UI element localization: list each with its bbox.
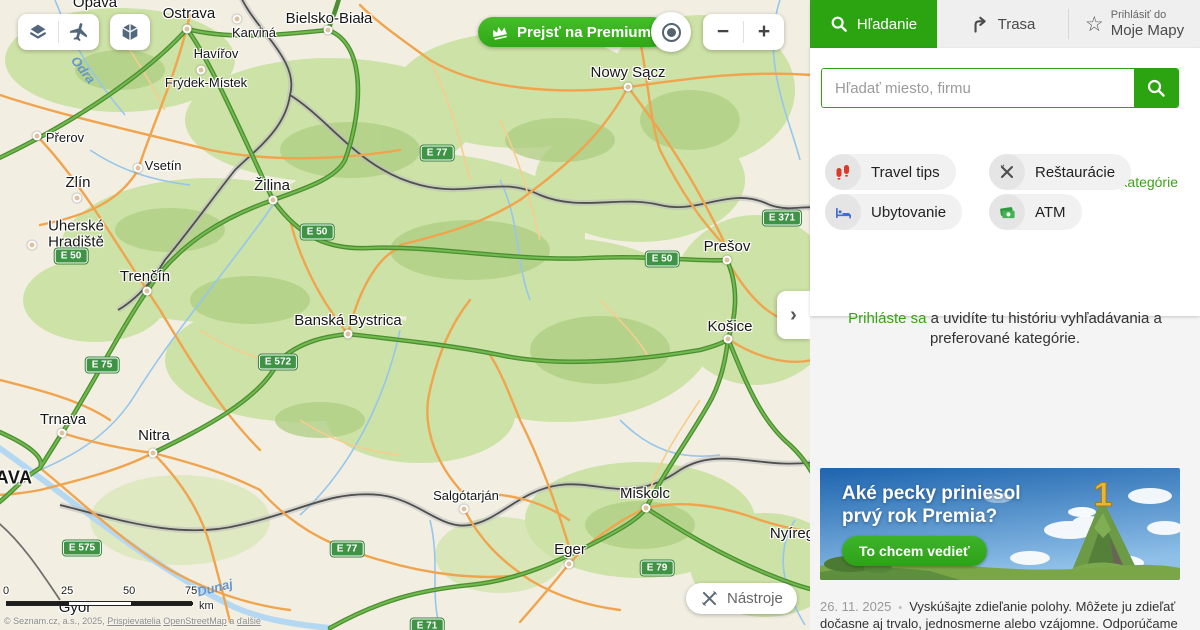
tab-login-my-maps[interactable]: ☆ Prihlásiť do Moje Mapy (1069, 0, 1200, 48)
copyright-text: a (227, 616, 237, 626)
tab-login-small-label: Prihlásiť do (1111, 9, 1184, 22)
category-label: ATM (1035, 204, 1066, 221)
star-icon: ☆ (1085, 14, 1104, 35)
city-dot (723, 256, 732, 265)
layers-button[interactable] (18, 14, 58, 50)
banner-cta-button[interactable]: To chcem vedieť (842, 536, 987, 566)
city-dot (324, 26, 333, 35)
signin-link[interactable]: Prihláste sa (848, 310, 926, 327)
category-travel-tips[interactable]: Travel tips (825, 154, 956, 190)
city-dot (624, 83, 633, 92)
city-dot (28, 241, 37, 250)
cutlery-icon (989, 154, 1025, 190)
tools-button[interactable]: Nástroje (686, 583, 797, 614)
map-copyright: © Seznam.cz, a.s., 2025, Prispievatelia … (4, 616, 261, 626)
sidebar-tabbar: Hľadanie Trasa ☆ Prihlásiť do Moje Mapy (810, 0, 1200, 48)
search-submit-button[interactable] (1134, 69, 1178, 107)
road-shield: E 77 (421, 146, 454, 161)
zoom-controls: − + (703, 14, 784, 50)
plane-icon (68, 21, 90, 43)
crown-icon (490, 24, 509, 41)
category-label: Reštaurácie (1035, 164, 1115, 181)
copyright-link-contributors[interactable]: Prispievatelia (107, 616, 161, 626)
search-icon (1146, 78, 1166, 98)
city-dot (460, 505, 469, 514)
city-dot (58, 429, 67, 438)
mapy-app-window: OpavaOstravaKarvináBielsko-BiałaHavířovF… (0, 0, 1200, 630)
city-dot (149, 449, 158, 458)
tab-search[interactable]: Hľadanie (810, 0, 937, 48)
category-label: Travel tips (871, 164, 940, 181)
category-restaurants[interactable]: Reštaurácie (989, 154, 1131, 190)
premium-button[interactable]: Prejsť na Premium (478, 17, 667, 47)
banknote-icon (989, 194, 1025, 230)
tools-button-label: Nástroje (727, 590, 783, 607)
city-dot (565, 560, 574, 569)
road-shield: E 575 (63, 541, 101, 556)
road-shield: E 572 (259, 355, 297, 370)
search-panel: Kategória Ďalšie kategórie Travel tips (810, 48, 1200, 316)
city-dot (233, 15, 242, 24)
city-dot (33, 132, 42, 141)
copyright-link-osm[interactable]: OpenStreetMap (163, 616, 227, 626)
copyright-text: © Seznam.cz, a.s., 2025, (4, 616, 107, 626)
city-dot (642, 504, 651, 513)
premium-promo-banner[interactable]: 1 Aké pecky priniesol prvý rok Premia? T… (820, 468, 1180, 580)
road-shield: E 71 (411, 619, 444, 630)
cube-3d-icon (119, 21, 141, 43)
category-accommodation[interactable]: Ubytovanie (825, 194, 962, 230)
news-separator-dot: • (898, 602, 902, 614)
zoom-in-button[interactable]: + (744, 14, 784, 50)
category-atm[interactable]: ATM (989, 194, 1082, 230)
locate-me-button[interactable] (651, 12, 691, 52)
zoom-out-button[interactable]: − (703, 14, 743, 50)
banner-title: Aké pecky priniesol prvý rok Premia? (842, 482, 1020, 528)
chevron-right-icon: › (790, 304, 797, 327)
city-dot (197, 66, 206, 75)
road-shield: E 77 (331, 542, 364, 557)
category-label: Ubytovanie (871, 204, 946, 221)
city-dot (73, 194, 82, 203)
tab-route-label: Trasa (998, 16, 1036, 33)
view-3d-button[interactable] (110, 14, 150, 50)
map-viewport[interactable]: OpavaOstravaKarvináBielsko-BiałaHavířovF… (0, 0, 810, 630)
footprints-icon (825, 154, 861, 190)
search-input[interactable] (822, 69, 1134, 107)
route-icon (970, 15, 989, 34)
news-date: 26. 11. 2025 (820, 599, 891, 614)
premium-button-label: Prejsť na Premium (517, 24, 651, 41)
copyright-link-others[interactable]: ďalšie (237, 616, 261, 626)
sidebar-collapse-handle[interactable]: › (777, 291, 810, 339)
city-dot (344, 330, 353, 339)
bed-icon (825, 194, 861, 230)
city-dot (143, 287, 152, 296)
signin-text: a uvidíte tu históriu vyhľadávania a pre… (927, 310, 1162, 347)
signin-note: Prihláste sa a uvidíte tu históriu vyhľa… (840, 309, 1170, 349)
tab-search-label: Hľadanie (857, 16, 917, 33)
news-item[interactable]: 26. 11. 2025•Vyskúšajte zdieľanie polohy… (820, 599, 1184, 630)
layers-icon (27, 21, 49, 43)
road-shield: E 75 (86, 358, 119, 373)
flights-button[interactable] (59, 14, 99, 50)
search-icon (830, 15, 848, 33)
tools-icon (700, 589, 719, 608)
city-dot (724, 335, 733, 344)
city-dot (134, 164, 143, 173)
city-dot (269, 196, 278, 205)
tab-login-big-label: Moje Mapy (1111, 22, 1184, 39)
map-view-controls (18, 14, 99, 50)
search-box (821, 68, 1179, 108)
road-shield: E 371 (763, 211, 801, 226)
road-shield: E 79 (641, 561, 674, 576)
map-canvas (0, 0, 810, 630)
sidebar: Hľadanie Trasa ☆ Prihlásiť do Moje Mapy (810, 0, 1200, 630)
svg-text:1: 1 (1094, 476, 1113, 514)
road-shield: E 50 (301, 225, 334, 240)
road-shield: E 50 (646, 252, 679, 267)
tab-route[interactable]: Trasa (937, 0, 1068, 48)
locate-icon (662, 23, 681, 42)
city-dot (183, 25, 192, 34)
road-shield: E 50 (55, 249, 88, 264)
